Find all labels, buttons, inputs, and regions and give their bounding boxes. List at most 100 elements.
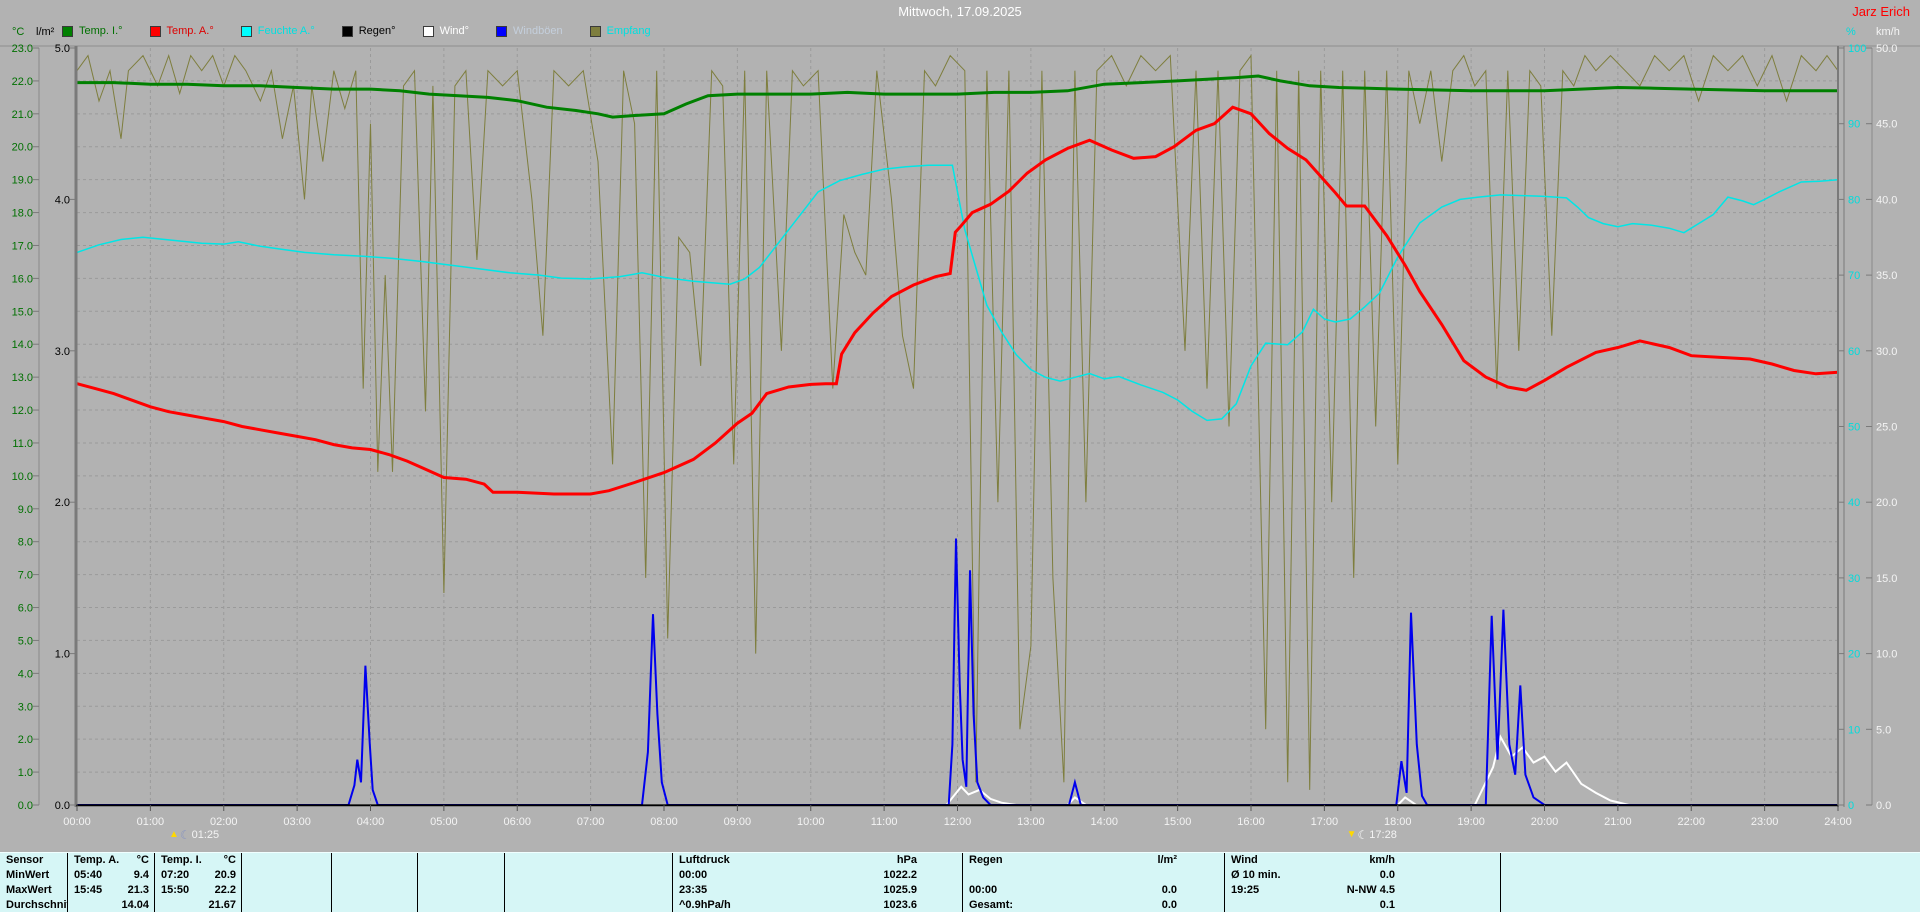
regen-unit: l/m² [1157, 853, 1177, 868]
tick-label-wind: 10.0 [1876, 649, 1897, 661]
tick-label-temp_c: 1.0 [18, 767, 33, 779]
wind-max-time: 19:25 [1231, 883, 1259, 898]
tick-label-temp_c: 12.0 [12, 405, 33, 417]
tick-label-hour: 14:00 [1090, 816, 1118, 828]
tick-label-humidity: 90 [1848, 119, 1860, 131]
stats-col-empty-2 [332, 853, 418, 912]
tick-label-humidity: 10 [1848, 724, 1860, 736]
luftdruck-label: Luftdruck [679, 853, 730, 868]
tick-label-hour: 23:00 [1751, 816, 1779, 828]
legend-label-windb-en: Windböen [513, 25, 563, 37]
tick-label-humidity: 70 [1848, 270, 1860, 282]
tick-label-hour: 17:00 [1311, 816, 1339, 828]
series-windb-en [77, 539, 1838, 806]
tick-label-wind: 0.0 [1876, 800, 1891, 812]
tick-label-temp_c: 19.0 [12, 175, 33, 187]
luftdruck-min: 1022.2 [883, 868, 917, 883]
temp-i-max-time: 15:50 [161, 883, 189, 898]
legend: Temp. I.° Temp. A.° Feuchte A.° Regen° Wind°… [62, 25, 651, 37]
wind-avg10: 0.0 [1380, 868, 1395, 883]
tick-label-temp_c: 0.0 [18, 800, 33, 812]
wind-max-dir-value: N-NW 4.5 [1347, 883, 1395, 898]
axis-unit-rain: l/m² [36, 26, 54, 38]
temp-i-avg: 21.67 [208, 898, 236, 912]
tick-label-rain: 5.0 [55, 43, 70, 55]
legend-item-temp-i[interactable]: Temp. I.° [62, 25, 123, 37]
tick-label-temp_c: 5.0 [18, 635, 33, 647]
tick-label-hour: 21:00 [1604, 816, 1632, 828]
luftdruck-max: 1025.9 [883, 883, 917, 898]
temp-a-max: 21.3 [128, 883, 149, 898]
tick-label-humidity: 30 [1848, 573, 1860, 585]
row-header-durchschnitt: Durchschnitt [6, 898, 68, 912]
tick-label-hour: 13:00 [1017, 816, 1045, 828]
tick-label-wind: 15.0 [1876, 573, 1897, 585]
stats-col-empty-5 [1501, 853, 1920, 912]
stats-col-empty-3 [418, 853, 505, 912]
temp-a-avg: 14.04 [121, 898, 149, 912]
temp-a-max-time: 15:45 [74, 883, 102, 898]
luftdruck-unit: hPa [897, 853, 917, 868]
tick-label-wind: 50.0 [1876, 43, 1897, 55]
temp-i-min: 20.9 [215, 868, 236, 883]
tick-label-humidity: 80 [1848, 194, 1860, 206]
legend-swatch-empfang [590, 26, 601, 37]
legend-item-feuchte-a[interactable]: Feuchte A.° [241, 25, 315, 37]
tick-label-temp_c: 18.0 [12, 208, 33, 220]
regen-day-value: 0.0 [1162, 883, 1177, 898]
tick-label-temp_c: 2.0 [18, 734, 33, 746]
tick-label-temp_c: 11.0 [12, 438, 33, 450]
temp-a-unit: °C [137, 853, 149, 868]
legend-label-regen: Regen° [359, 25, 396, 37]
legend-item-empfang[interactable]: Empfang [590, 25, 651, 37]
tick-label-wind: 35.0 [1876, 270, 1897, 282]
tick-label-rain: 0.0 [55, 800, 70, 812]
row-header-minwert: MinWert [6, 868, 49, 883]
station-name: Jarz Erich [1852, 4, 1910, 19]
wind-avg10-label: Ø 10 min. [1231, 868, 1281, 883]
wind-label: Wind [1231, 853, 1258, 868]
tick-label-hour: 18:00 [1384, 816, 1412, 828]
tick-label-hour: 24:00 [1824, 816, 1852, 828]
legend-item-wind[interactable]: Wind° [423, 25, 469, 37]
weather-logger-window: { "header": { "title": "Mittwoch, 17.09.… [0, 0, 1920, 912]
legend-item-temp-a[interactable]: Temp. A.° [150, 25, 214, 37]
legend-swatch-feuchte-a [241, 26, 252, 37]
stats-col-luftdruck: LuftdruckhPa 00:001022.2 23:351025.9 ^0.… [673, 853, 963, 912]
tick-label-hour: 15:00 [1164, 816, 1192, 828]
tick-label-hour: 09:00 [724, 816, 752, 828]
legend-item-regen[interactable]: Regen° [342, 25, 396, 37]
tick-label-humidity: 50 [1848, 422, 1860, 434]
tick-label-humidity: 100 [1848, 43, 1866, 55]
temp-i-max: 22.2 [215, 883, 236, 898]
tick-label-temp_c: 14.0 [12, 339, 33, 351]
chart-canvas: 0.01.02.03.04.05.06.07.08.09.010.011.012… [0, 0, 1920, 852]
temp-i-unit: °C [224, 853, 236, 868]
regen-total: 0.0 [1162, 898, 1177, 912]
luftdruck-max-time: 23:35 [679, 883, 707, 898]
legend-swatch-windb-en [496, 26, 507, 37]
temp-a-label: Temp. A. [74, 853, 119, 868]
tick-label-temp_c: 23.0 [12, 43, 33, 55]
tick-label-wind: 5.0 [1876, 724, 1891, 736]
legend-item-windb-en[interactable]: Windböen [496, 25, 563, 37]
temp-a-min: 9.4 [134, 868, 149, 883]
tick-label-humidity: 60 [1848, 346, 1860, 358]
tick-label-hour: 20:00 [1531, 816, 1559, 828]
tick-label-hour: 07:00 [577, 816, 605, 828]
tick-label-hour: 19:00 [1457, 816, 1485, 828]
row-header-sensor: Sensor [6, 853, 43, 868]
stats-col-temp-i: Temp. I.°C 07:2020.9 15:5022.2 21.67 [155, 853, 242, 912]
tick-label-temp_c: 13.0 [12, 372, 33, 384]
tick-label-temp_c: 4.0 [18, 668, 33, 680]
page-title: Mittwoch, 17.09.2025 [898, 4, 1022, 19]
regen-total-label: Gesamt: [969, 898, 1013, 912]
tick-label-humidity: 0 [1848, 800, 1854, 812]
stats-col-empty-1 [242, 853, 332, 912]
tick-label-hour: 04:00 [357, 816, 385, 828]
row-header-maxwert: MaxWert [6, 883, 52, 898]
temp-i-min-time: 07:20 [161, 868, 189, 883]
tick-label-temp_c: 3.0 [18, 701, 33, 713]
tick-label-temp_c: 9.0 [18, 504, 33, 516]
tick-label-temp_c: 15.0 [12, 306, 33, 318]
